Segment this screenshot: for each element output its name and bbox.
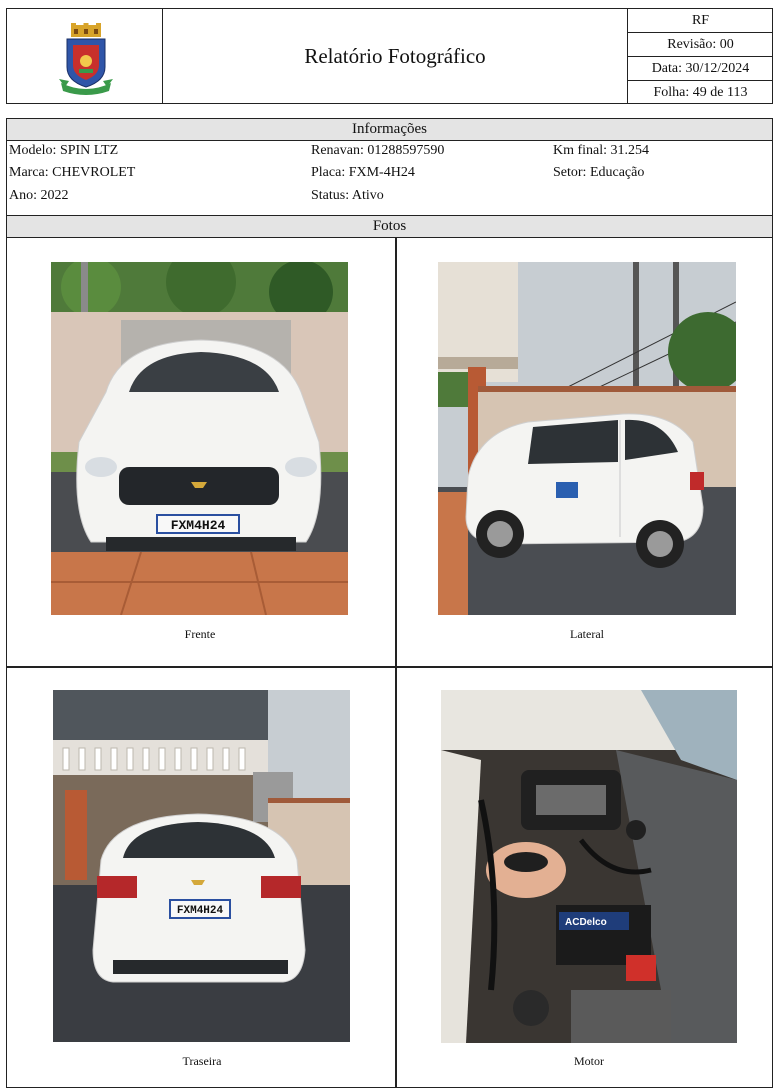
front-photo: FXM4H24 bbox=[51, 262, 348, 615]
report-title: Relatório Fotográfico bbox=[304, 43, 486, 68]
info-section: Informações Modelo: SPIN LTZ Marca: CHEV… bbox=[6, 118, 773, 216]
modelo-field: Modelo: SPIN LTZ bbox=[9, 143, 119, 158]
revision-number: Revisão: 00 bbox=[628, 33, 773, 57]
setor-field: Setor: Educação bbox=[553, 165, 645, 180]
battery-brand-label: ACDelco bbox=[565, 917, 607, 928]
photos-section-title: Fotos bbox=[7, 216, 772, 238]
logo-cell bbox=[7, 9, 163, 103]
title-cell: Relatório Fotográfico bbox=[163, 9, 627, 103]
rear-photo: FXM4H24 bbox=[53, 690, 350, 1042]
side-photo bbox=[438, 262, 736, 615]
rear-license-plate: FXM4H24 bbox=[177, 905, 224, 917]
photos-section: Fotos FXM4H24 Frente Lateral FXM4H24 Tra… bbox=[6, 216, 773, 1088]
renavan-field: Renavan: 01288597590 bbox=[311, 143, 445, 158]
document-code: RF bbox=[628, 9, 773, 33]
sheet-number: Folha: 49 de 113 bbox=[653, 84, 748, 100]
rear-caption: Traseira bbox=[182, 1054, 222, 1068]
document-meta: RF Revisão: 00 Data: 30/12/2024 Folha: 4… bbox=[627, 9, 773, 103]
km-final-field: Km final: 31.254 bbox=[553, 143, 650, 158]
placa-field: Placa: FXM-4H24 bbox=[311, 165, 415, 180]
document-date: Data: 30/12/2024 bbox=[628, 57, 773, 81]
coat-of-arms-icon bbox=[59, 23, 113, 95]
front-license-plate: FXM4H24 bbox=[171, 518, 226, 533]
info-section-title: Informações bbox=[7, 119, 772, 141]
photo-grid-divider-vertical bbox=[395, 238, 397, 1087]
side-caption: Lateral bbox=[570, 627, 604, 641]
document-header: Relatório Fotográfico RF Revisão: 00 Dat… bbox=[6, 8, 773, 104]
status-field: Status: Ativo bbox=[311, 188, 384, 203]
engine-caption: Motor bbox=[574, 1054, 604, 1068]
front-caption: Frente bbox=[184, 627, 216, 641]
marca-field: Marca: CHEVROLET bbox=[9, 165, 136, 180]
engine-photo: ACDelco bbox=[441, 690, 737, 1043]
photo-grid-divider-horizontal bbox=[7, 666, 772, 668]
ano-field: Ano: 2022 bbox=[9, 188, 69, 203]
